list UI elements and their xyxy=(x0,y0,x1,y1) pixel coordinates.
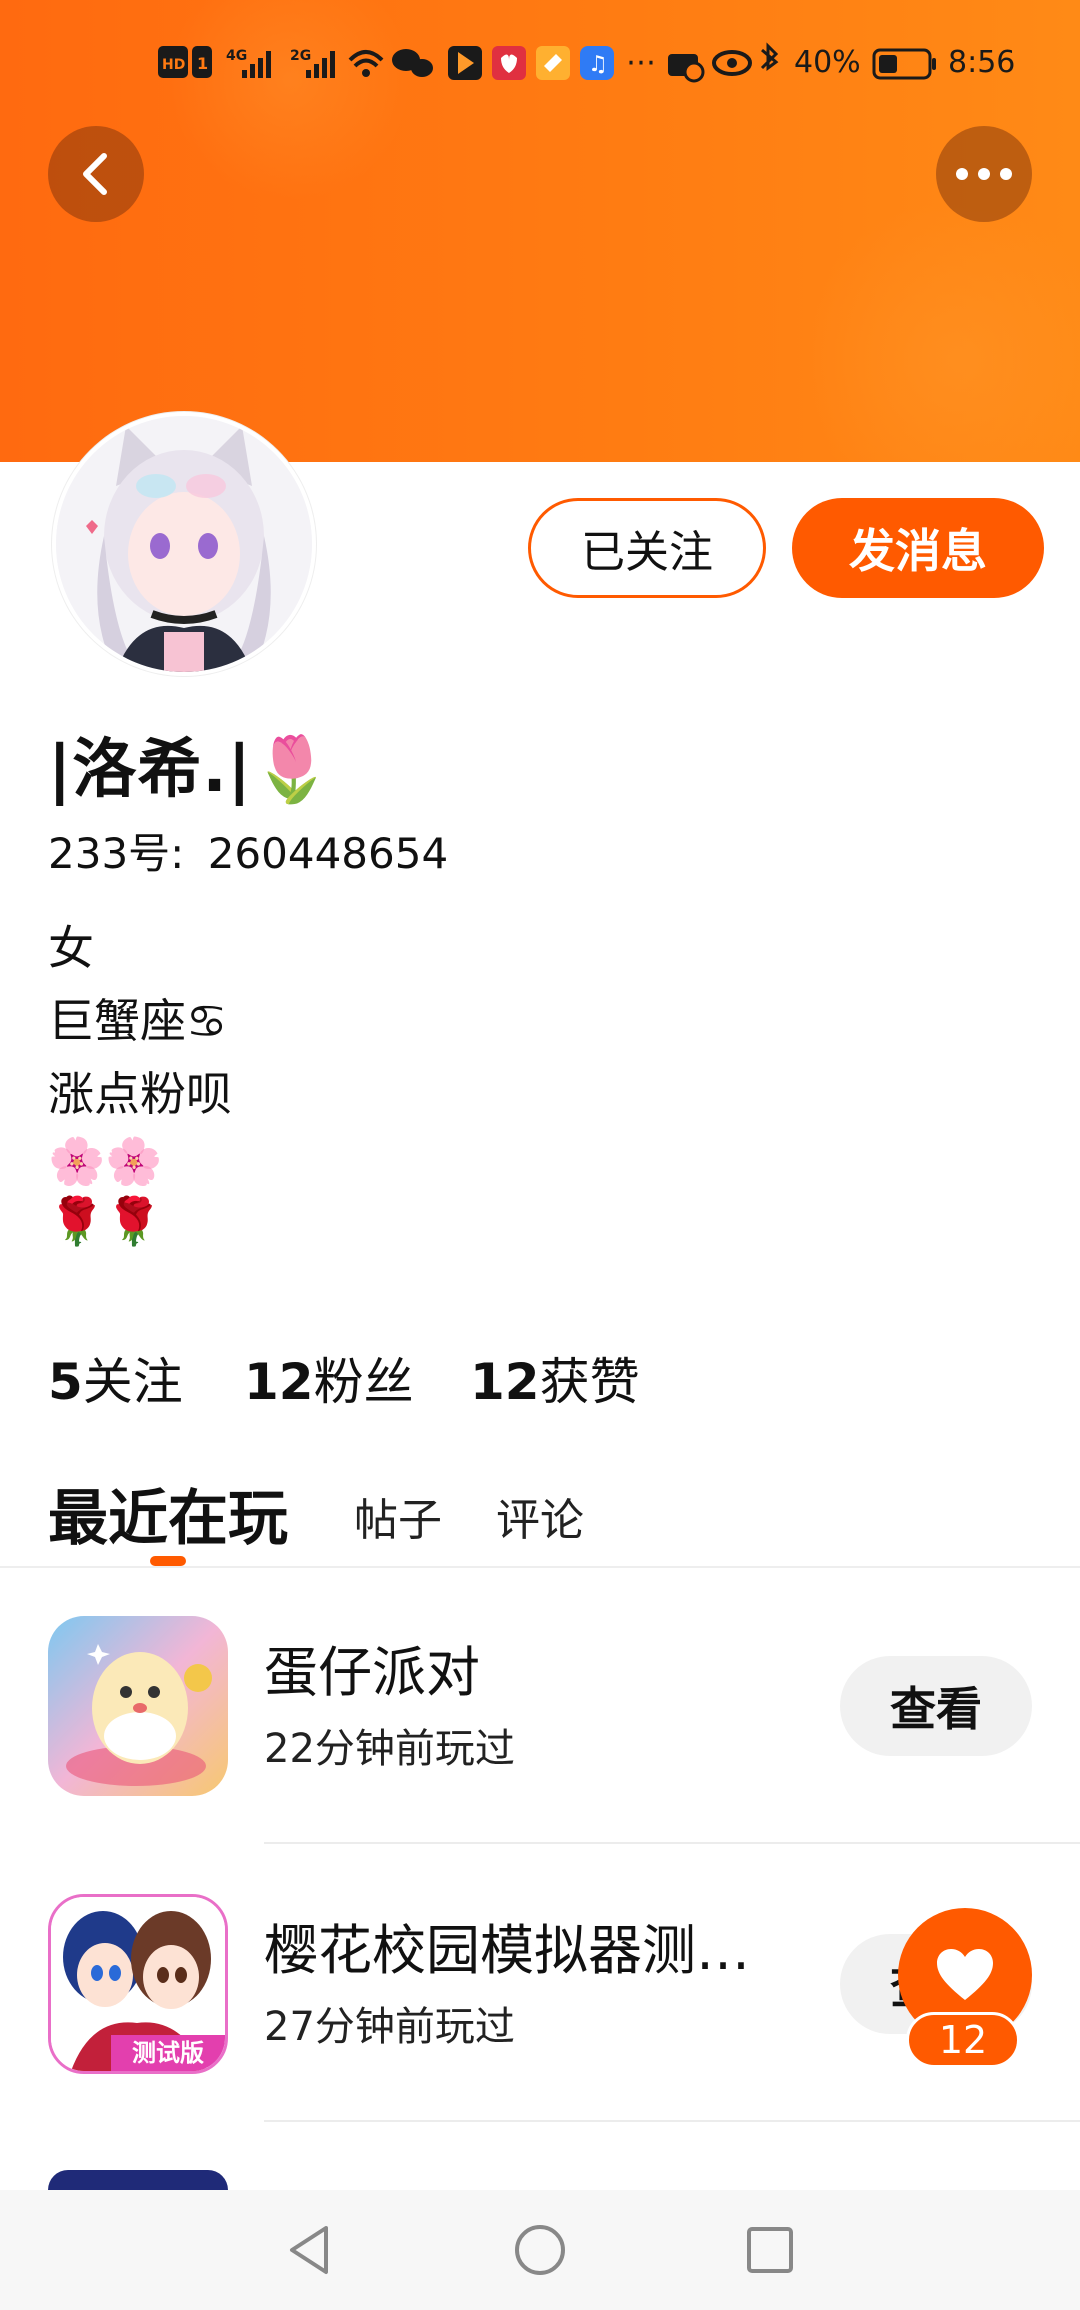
stat-likes: 12获赞 xyxy=(470,1342,640,1414)
bio-line: 🌸🌸 xyxy=(48,1134,163,1188)
active-tab-indicator xyxy=(150,1556,186,1566)
back-triangle-icon[interactable] xyxy=(280,2220,340,2280)
view-button[interactable]: 查看 xyxy=(840,1656,1032,1756)
game-last-played: 27分钟前玩过 xyxy=(264,2004,515,2050)
battery-percent: 40% xyxy=(794,45,861,80)
user-name: |洛希.|🌷 xyxy=(48,733,333,807)
stat-following[interactable]: 5关注 xyxy=(48,1342,183,1414)
recents-square-icon[interactable] xyxy=(740,2220,800,2280)
svg-text:♫: ♫ xyxy=(588,52,608,77)
avatar-illustration xyxy=(56,416,312,672)
stat-likes-label: 获赞 xyxy=(539,1353,640,1411)
divider xyxy=(264,2120,1080,2122)
home-circle-icon[interactable] xyxy=(510,2220,570,2280)
tab-recently-played[interactable]: 最近在玩 xyxy=(48,1470,288,1557)
status-bar: HD 1 4G 2G ♫ ⋯ 40% 8:56 xyxy=(0,38,1080,88)
heart-icon xyxy=(937,1949,993,2000)
following-button[interactable]: 已关注 xyxy=(528,498,766,598)
back-button[interactable] xyxy=(48,126,144,222)
stat-likes-count: 12 xyxy=(470,1353,540,1411)
bio-line: 🌹🌹 xyxy=(48,1194,163,1248)
stat-followers-count: 12 xyxy=(244,1353,314,1411)
list-item[interactable]: 蛋仔派对 22分钟前玩过 查看 xyxy=(0,1616,1080,1894)
send-message-button[interactable]: 发消息 xyxy=(792,498,1044,598)
bio-line: 巨蟹座♋ xyxy=(48,994,228,1048)
game-icon-sakura-school: 测试版 xyxy=(48,1894,228,2074)
hd-label: HD xyxy=(162,57,185,73)
svg-text:4G: 4G xyxy=(226,48,247,64)
like-count-badge: 12 xyxy=(906,2012,1020,2068)
svg-text:2G: 2G xyxy=(290,48,311,64)
stat-following-count: 5 xyxy=(48,1353,83,1411)
user-bio: 女 巨蟹座♋ 涨点粉呗 🌸🌸 🌹🌹 xyxy=(48,912,232,1251)
bio-line: 女 xyxy=(48,921,94,975)
game-icon-partial xyxy=(48,2170,228,2190)
game-title: 蛋仔派对 xyxy=(264,1641,480,1704)
stat-followers[interactable]: 12粉丝 xyxy=(244,1342,414,1414)
tab-comments[interactable]: 评论 xyxy=(496,1484,584,1548)
eggy-party-icon xyxy=(48,1616,228,1796)
sakura-school-icon: 测试版 xyxy=(51,1897,225,2071)
battery-icon xyxy=(872,48,936,80)
user-id: 233号: 260448654 xyxy=(48,820,448,881)
user-id-value: 260448654 xyxy=(207,829,449,878)
more-horizontal-icon xyxy=(956,168,1012,180)
tab-posts[interactable]: 帖子 xyxy=(354,1484,442,1548)
stat-followers-label: 粉丝 xyxy=(313,1353,414,1411)
game-icon-eggy-party xyxy=(48,1616,228,1796)
svg-text:1: 1 xyxy=(197,54,208,73)
game-title: 樱花校园模拟器测… xyxy=(264,1919,750,1982)
clock: 8:56 xyxy=(948,45,1016,80)
game-last-played: 22分钟前玩过 xyxy=(264,1726,515,1772)
avatar[interactable] xyxy=(52,412,316,676)
game-icon-badge: 测试版 xyxy=(132,2039,204,2067)
more-dots-icon: ⋯ xyxy=(626,45,656,80)
stat-following-label: 关注 xyxy=(82,1353,183,1411)
user-id-label: 233号: xyxy=(48,829,185,878)
chevron-left-icon xyxy=(83,153,107,195)
more-button[interactable] xyxy=(936,126,1032,222)
divider xyxy=(264,1842,1080,1844)
profile-tabs: 最近在玩 帖子 评论 xyxy=(0,1460,1080,1568)
system-nav-bar xyxy=(0,2190,1080,2310)
bio-line: 涨点粉呗 xyxy=(48,1067,232,1121)
